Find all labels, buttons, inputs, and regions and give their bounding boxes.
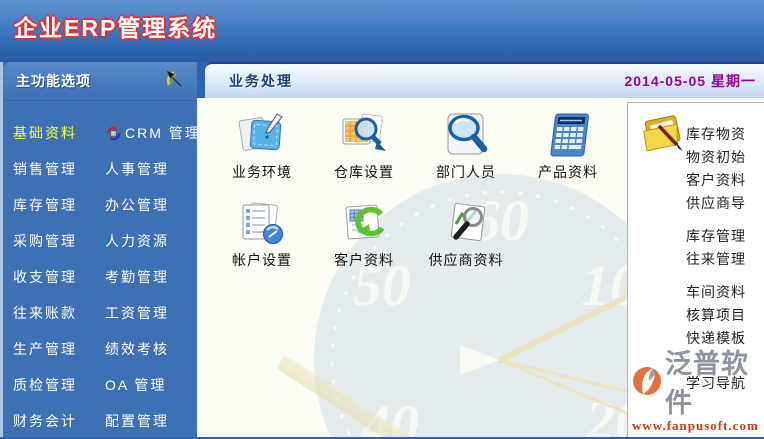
sidebar-item-production[interactable]: 生产管理 — [13, 331, 105, 367]
main-header: 业务处理 2014-05-05 星期一 — [205, 62, 764, 98]
quick-link-goods-init[interactable]: 物资初始 — [686, 146, 764, 169]
sidebar-item-config[interactable]: 配置管理 — [105, 403, 201, 439]
quick-link-supplier-import[interactable]: 供应商导 — [686, 192, 764, 215]
tile-label: 仓库设置 — [334, 164, 394, 180]
main-content: 60 10 20 30 40 50 — [197, 98, 764, 437]
tile-row-1: 业务环境 仓库设置 部门人员 产品资料 — [211, 106, 619, 182]
folder-pen-icon[interactable] — [638, 111, 690, 164]
tile-label: 供应商资料 — [428, 252, 504, 268]
tile-business-env[interactable]: 业务环境 — [211, 106, 313, 182]
quick-link-workshop-data[interactable]: 车间资料 — [686, 281, 764, 304]
sidebar-item-salary[interactable]: 工资管理 — [105, 295, 201, 331]
chart-magnifier-icon — [339, 106, 389, 158]
sidebar-item-oa[interactable]: OA 管理 — [105, 367, 201, 403]
quick-link-group-1: 库存物资 物资初始 客户资料 供应商导 — [686, 123, 764, 215]
sidebar-item-purchase[interactable]: 采购管理 — [13, 223, 105, 259]
tile-row-2: 帐户设置 客户资料 供应商资料 — [211, 194, 619, 270]
tile-label: 客户资料 — [334, 252, 394, 268]
doc-search-icon — [441, 194, 491, 246]
sidebar-item-performance[interactable]: 绩效考核 — [105, 331, 201, 367]
tile-supplier-data[interactable]: 供应商资料 — [415, 194, 517, 270]
sidebar-item-quality[interactable]: 质检管理 — [13, 367, 105, 403]
sidebar-item-accounts[interactable]: 往来账款 — [13, 295, 105, 331]
main-panel: 业务处理 2014-05-05 星期一 60 10 20 30 40 50 — [197, 62, 764, 437]
sidebar-item-manpower[interactable]: 人力资源 — [105, 223, 201, 259]
doc-refresh-icon — [339, 194, 389, 246]
tile-department-staff[interactable]: 部门人员 — [415, 106, 517, 182]
crm-sync-icon — [105, 125, 122, 142]
quick-link-group-2: 库存管理 往来管理 — [686, 225, 764, 271]
quick-link-accounting-items[interactable]: 核算项目 — [686, 304, 764, 327]
tile-label: 帐户设置 — [232, 252, 292, 268]
quick-link-inventory-mgmt[interactable]: 库存管理 — [686, 225, 764, 248]
sidebar-header-title: 主功能选项 — [16, 73, 91, 89]
sidebar-item-hr[interactable]: 人事管理 — [105, 151, 201, 187]
vendor-logo: 泛普软件 www.fanpusoft.com — [632, 342, 764, 434]
sidebar-menu: 基础资料 CRM 管理 销售管理 人事管理 库存管理 办公管理 采购管理 人力资… — [3, 101, 199, 439]
top-banner: 企业ERP管理系统 — [0, 0, 764, 62]
erp-window: 企业ERP管理系统 主功能选项 基础资料 CRM 管理 销售管理 人事管理 库存… — [0, 0, 764, 437]
tile-account-setup[interactable]: 帐户设置 — [211, 194, 313, 270]
tile-grid: 业务环境 仓库设置 部门人员 产品资料 帐户设置 客户资料 供应商资料 — [211, 106, 619, 282]
svg-text:40: 40 — [360, 393, 419, 437]
sidebar-item-inventory[interactable]: 库存管理 — [13, 187, 105, 223]
people-search-icon — [442, 106, 490, 158]
quick-link-transactions-mgmt[interactable]: 往来管理 — [686, 248, 764, 271]
app-title: 企业ERP管理系统 — [14, 15, 218, 41]
quick-link-customer-data[interactable]: 客户资料 — [686, 169, 764, 192]
quick-link-group-3: 车间资料 核算项目 快递模板 — [686, 281, 764, 350]
tile-customer-data[interactable]: 客户资料 — [313, 194, 415, 270]
sidebar-item-sales[interactable]: 销售管理 — [13, 151, 105, 187]
bow-arrow-icon[interactable] — [165, 69, 185, 94]
vendor-name: 泛普软件 — [665, 349, 749, 418]
quick-link-inventory-goods[interactable]: 库存物资 — [686, 123, 764, 146]
tile-label: 部门人员 — [436, 164, 496, 180]
sidebar-item-finance[interactable]: 财务会计 — [13, 403, 105, 439]
account-list-icon — [238, 194, 286, 246]
sidebar-item-basic-data[interactable]: 基础资料 — [13, 115, 105, 151]
sidebar-item-crm[interactable]: CRM 管理 — [105, 115, 201, 151]
tile-warehouse-setup[interactable]: 仓库设置 — [313, 106, 415, 182]
sidebar-item-office[interactable]: 办公管理 — [105, 187, 201, 223]
sidebar-item-label: CRM 管理 — [125, 125, 201, 141]
page-title: 业务处理 — [229, 73, 293, 89]
quick-panel: 库存物资 物资初始 客户资料 供应商导 库存管理 往来管理 车间资料 核算项目 … — [627, 102, 764, 437]
date-label: 2014-05-05 星期一 — [624, 73, 756, 89]
tile-product-data[interactable]: 产品资料 — [517, 106, 619, 182]
sidebar: 主功能选项 基础资料 CRM 管理 销售管理 人事管理 库存管理 办公管理 采购… — [0, 62, 199, 439]
doc-pencil-icon — [237, 106, 287, 158]
tile-label: 产品资料 — [538, 164, 598, 180]
tile-label: 业务环境 — [232, 164, 292, 180]
pencil-watermark — [276, 354, 428, 437]
sidebar-header: 主功能选项 — [3, 62, 197, 101]
sidebar-item-income-expense[interactable]: 收支管理 — [13, 259, 105, 295]
fanpu-logo-icon — [632, 366, 662, 396]
calculator-icon — [545, 106, 591, 158]
sidebar-item-attendance[interactable]: 考勤管理 — [105, 259, 201, 295]
vendor-url[interactable]: www.fanpusoft.com — [632, 418, 764, 434]
